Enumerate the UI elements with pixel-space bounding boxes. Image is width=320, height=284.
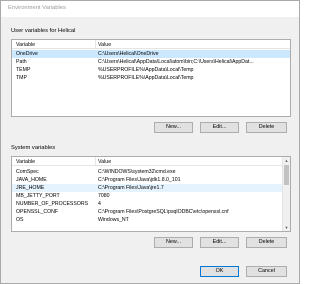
column-header-variable[interactable]: Variable	[16, 159, 35, 165]
variable-value: 7080	[98, 193, 110, 199]
column-header-value[interactable]: Value	[98, 42, 111, 48]
system-delete-button[interactable]: Delete	[246, 237, 287, 248]
user-variable-row-tmp[interactable]: TMP %USERPROFILE%\AppData\Local\Temp	[12, 74, 290, 82]
system-variable-row-mb-jetty-port[interactable]: MB_JETTY_PORT 7080	[12, 192, 282, 200]
user-variables-list-header: Variable Value	[12, 40, 290, 49]
variable-value: C:\Users\Helical\AppData\Local\atom\bin;…	[98, 59, 254, 65]
column-header-variable[interactable]: Variable	[16, 42, 35, 48]
variable-name: JRE_HOME	[16, 185, 45, 191]
scrollbar-thumb[interactable]	[284, 165, 289, 185]
ok-button[interactable]: OK	[200, 266, 239, 277]
user-variable-row-onedrive[interactable]: OneDrive C:\Users\Helical\OneDrive	[12, 50, 290, 58]
variable-value: C:\Program Files\Java\jre1.7	[98, 185, 164, 191]
user-variables-label: User variables for Helical	[11, 28, 76, 34]
variable-name: MB_JETTY_PORT	[16, 193, 60, 199]
title-bar[interactable]: Environment Variables	[1, 1, 299, 17]
user-variable-row-path[interactable]: Path C:\Users\Helical\AppData\Local\atom…	[12, 58, 290, 66]
user-edit-button[interactable]: Edit...	[200, 122, 239, 133]
variable-name: JAVA_HOME	[16, 177, 47, 183]
variable-value: Windows_NT	[98, 217, 129, 223]
variable-name: NUMBER_OF_PROCESSORS	[16, 201, 89, 207]
user-variables-list[interactable]: Variable Value OneDrive C:\Users\Helical…	[11, 39, 291, 117]
variable-name: OS	[16, 217, 24, 223]
system-variable-row-number-of-processors[interactable]: NUMBER_OF_PROCESSORS 4	[12, 200, 282, 208]
variable-value: C:\Program Files\PostgreSQL\psqlODBC\etc…	[98, 209, 229, 215]
variable-name: TMP	[16, 75, 27, 81]
system-variable-row-os[interactable]: OS Windows_NT	[12, 216, 282, 224]
column-divider[interactable]	[95, 40, 96, 49]
environment-variables-dialog: Environment Variables User variables for…	[0, 0, 300, 284]
column-divider[interactable]	[95, 157, 96, 166]
variable-name: TEMP	[16, 67, 31, 73]
system-variables-scrollbar[interactable]: ▲ ▼	[282, 157, 290, 231]
system-variables-list[interactable]: Variable Value ComSpec C:\WINDOWS\system…	[11, 156, 291, 232]
user-variable-row-temp[interactable]: TEMP %USERPROFILE%\AppData\Local\Temp	[12, 66, 290, 74]
variable-name: Path	[16, 59, 27, 65]
system-variables-list-header: Variable Value	[12, 157, 290, 166]
variable-name: OneDrive	[16, 51, 38, 57]
system-variable-row-openssl-conf[interactable]: OPENSSL_CONF C:\Program Files\PostgreSQL…	[12, 208, 282, 216]
cancel-button[interactable]: Cancel	[246, 266, 287, 277]
system-variable-row-java-home[interactable]: JAVA_HOME C:\Program Files\Java\jdk1.8.0…	[12, 176, 282, 184]
system-new-button[interactable]: New...	[154, 237, 193, 248]
column-header-value[interactable]: Value	[98, 159, 111, 165]
system-variables-label: System variables	[11, 145, 56, 151]
system-edit-button[interactable]: Edit...	[200, 237, 239, 248]
scroll-up-arrow-icon[interactable]: ▲	[283, 157, 290, 164]
variable-name: ComSpec	[16, 169, 39, 175]
variable-value: C:\Users\Helical\OneDrive	[98, 51, 159, 57]
variable-value: %USERPROFILE%\AppData\Local\Temp	[98, 75, 194, 81]
scroll-down-arrow-icon[interactable]: ▼	[283, 224, 290, 231]
variable-value: %USERPROFILE%\AppData\Local\Temp	[98, 67, 194, 73]
system-variable-row-comspec[interactable]: ComSpec C:\WINDOWS\system32\cmd.exe	[12, 168, 282, 176]
variable-value: 4	[98, 201, 101, 207]
user-delete-button[interactable]: Delete	[246, 122, 287, 133]
user-new-button[interactable]: New...	[154, 122, 193, 133]
window-title: Environment Variables	[8, 5, 66, 11]
variable-value: C:\Program Files\Java\jdk1.8.0_101	[98, 177, 181, 183]
system-variable-row-jre-home[interactable]: JRE_HOME C:\Program Files\Java\jre1.7	[12, 184, 282, 192]
variable-value: C:\WINDOWS\system32\cmd.exe	[98, 169, 176, 175]
variable-name: OPENSSL_CONF	[16, 209, 59, 215]
